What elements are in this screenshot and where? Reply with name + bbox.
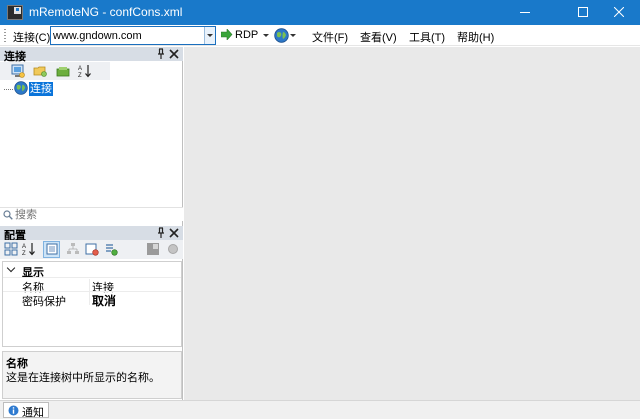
new-connection-icon[interactable] xyxy=(11,64,25,78)
status-bar: 通知 xyxy=(0,400,640,419)
svg-text:A: A xyxy=(22,244,26,250)
sort-ascending-icon[interactable]: A Z xyxy=(78,64,92,78)
svg-text:Z: Z xyxy=(22,251,26,256)
notifications-label: 通知 xyxy=(22,407,44,419)
alphabetical-icon[interactable]: A Z xyxy=(22,242,36,256)
search-input[interactable] xyxy=(15,208,175,221)
chevron-down-icon xyxy=(6,263,16,273)
config-panel-header[interactable]: 配置 xyxy=(0,226,183,242)
pin-icon[interactable] xyxy=(156,227,166,239)
property-name: 密码保护 xyxy=(22,296,66,308)
status-dot-icon xyxy=(168,244,178,254)
chevron-down-icon xyxy=(263,34,269,37)
categorized-icon[interactable] xyxy=(4,242,18,256)
pin-icon[interactable] xyxy=(156,48,166,60)
toolbar-grip[interactable] xyxy=(4,29,6,42)
globe-icon xyxy=(274,28,289,43)
description-text: 这是在连接树中所显示的名称。 xyxy=(6,372,160,384)
window-title: mRemoteNG - confCons.xml xyxy=(29,5,183,19)
property-description: 名称 这是在连接树中所显示的名称。 xyxy=(2,351,182,399)
property-grid: 显示 名称 连接 密码保护 取消 xyxy=(2,261,182,347)
default-inheritance-icon[interactable] xyxy=(104,242,118,256)
toolbar: 连接(C) RDP 文件(F) 查看(V) 工具(T) 帮助(H) xyxy=(0,25,640,46)
connect-label: 连接(C) xyxy=(13,32,51,44)
minimize-button[interactable] xyxy=(502,0,548,25)
svg-text:Z: Z xyxy=(78,73,82,78)
property-value[interactable]: 取消 xyxy=(89,292,116,308)
workspace-area[interactable] xyxy=(184,47,640,400)
title-bar: mRemoteNG - confCons.xml xyxy=(0,0,640,25)
address-combobox[interactable] xyxy=(50,26,216,45)
maximize-icon xyxy=(578,7,588,17)
rdp-protocol-button[interactable]: RDP xyxy=(221,27,271,44)
property-row-password[interactable]: 密码保护 取消 xyxy=(3,291,181,308)
property-category-display[interactable]: 显示 xyxy=(3,263,181,279)
search-icon xyxy=(3,210,13,220)
close-icon[interactable] xyxy=(169,49,179,59)
properties-icon[interactable] xyxy=(45,242,59,256)
connections-search xyxy=(0,207,183,221)
inheritance-icon[interactable] xyxy=(66,242,80,256)
chevron-down-icon xyxy=(290,34,296,37)
connections-toolbar: A Z xyxy=(0,62,110,80)
app-icon[interactable] xyxy=(7,5,23,20)
address-input[interactable] xyxy=(53,29,203,42)
host-status-icon[interactable] xyxy=(146,242,160,256)
menu-help[interactable]: 帮助(H) xyxy=(457,29,494,45)
property-row-name[interactable]: 名称 连接 xyxy=(3,277,181,294)
svg-text:A: A xyxy=(78,66,82,72)
green-arrow-icon xyxy=(221,29,233,40)
connections-panel-header[interactable]: 连接 xyxy=(0,47,183,63)
rdp-label: RDP xyxy=(235,29,259,41)
tree-connector xyxy=(4,89,13,90)
notifications-tab[interactable]: 通知 xyxy=(3,402,49,419)
info-icon xyxy=(8,405,19,416)
menu-tools[interactable]: 工具(T) xyxy=(409,29,445,45)
config-toolbar: A Z xyxy=(0,240,183,259)
close-icon[interactable] xyxy=(169,228,179,238)
globe-icon xyxy=(14,81,28,95)
menu-view[interactable]: 查看(V) xyxy=(360,29,397,45)
close-button[interactable] xyxy=(596,0,640,25)
left-dock: 连接 A Z 连接 搜索 配置 A Z 显示 名称 连接 密码保护 取消 名称 … xyxy=(0,47,183,400)
tree-root-connections[interactable]: 连接 xyxy=(29,82,53,96)
default-properties-icon[interactable] xyxy=(85,242,99,256)
minimize-icon xyxy=(520,12,530,13)
menu-file[interactable]: 文件(F) xyxy=(312,29,348,45)
new-folder-icon[interactable] xyxy=(33,64,47,78)
close-icon xyxy=(614,7,624,17)
expand-all-icon[interactable] xyxy=(56,64,70,78)
address-dropdown-button[interactable] xyxy=(204,27,215,44)
external-tools-button[interactable] xyxy=(273,26,296,45)
